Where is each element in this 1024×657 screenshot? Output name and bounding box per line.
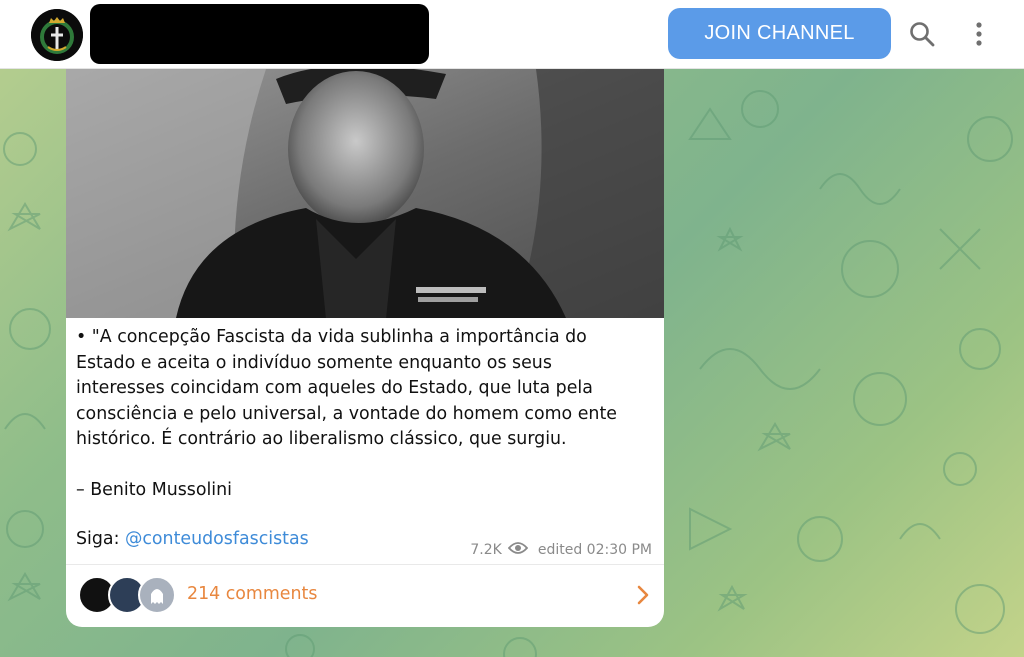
post-quote: • "A concepção Fascista da vida sublinha… — [76, 327, 617, 450]
edited-timestamp: edited 02:30 PM — [537, 542, 652, 558]
follow-line: Siga: @conteudosfascistas — [76, 529, 309, 549]
post-photo[interactable] — [66, 69, 664, 318]
channel-header: JOIN CHANNEL — [0, 0, 1024, 69]
post-author: – Benito Mussolini — [76, 479, 232, 500]
comments-row[interactable]: 214 comments — [66, 565, 664, 627]
search-icon[interactable] — [905, 17, 939, 51]
channel-post: • "A concepção Fascista da vida sublinha… — [66, 69, 664, 627]
channel-handle-link[interactable]: @conteudosfascistas — [125, 529, 309, 549]
follow-prefix: Siga: — [76, 529, 125, 549]
commenter-avatar-ghost-icon — [138, 576, 176, 614]
more-vertical-icon[interactable] — [962, 17, 996, 51]
view-count: 7.2K — [470, 542, 502, 558]
post-meta: 7.2K edited 02:30 PM — [470, 541, 652, 559]
channel-avatar[interactable] — [31, 9, 83, 61]
coat-of-arms-icon — [31, 9, 83, 61]
eye-icon — [507, 541, 529, 559]
join-channel-button[interactable]: JOIN CHANNEL — [668, 8, 891, 59]
channel-name-redacted — [90, 4, 429, 64]
comments-count: 214 comments — [187, 584, 318, 604]
chevron-right-icon — [636, 584, 650, 611]
post-text: • "A concepção Fascista da vida sublinha… — [76, 325, 656, 504]
